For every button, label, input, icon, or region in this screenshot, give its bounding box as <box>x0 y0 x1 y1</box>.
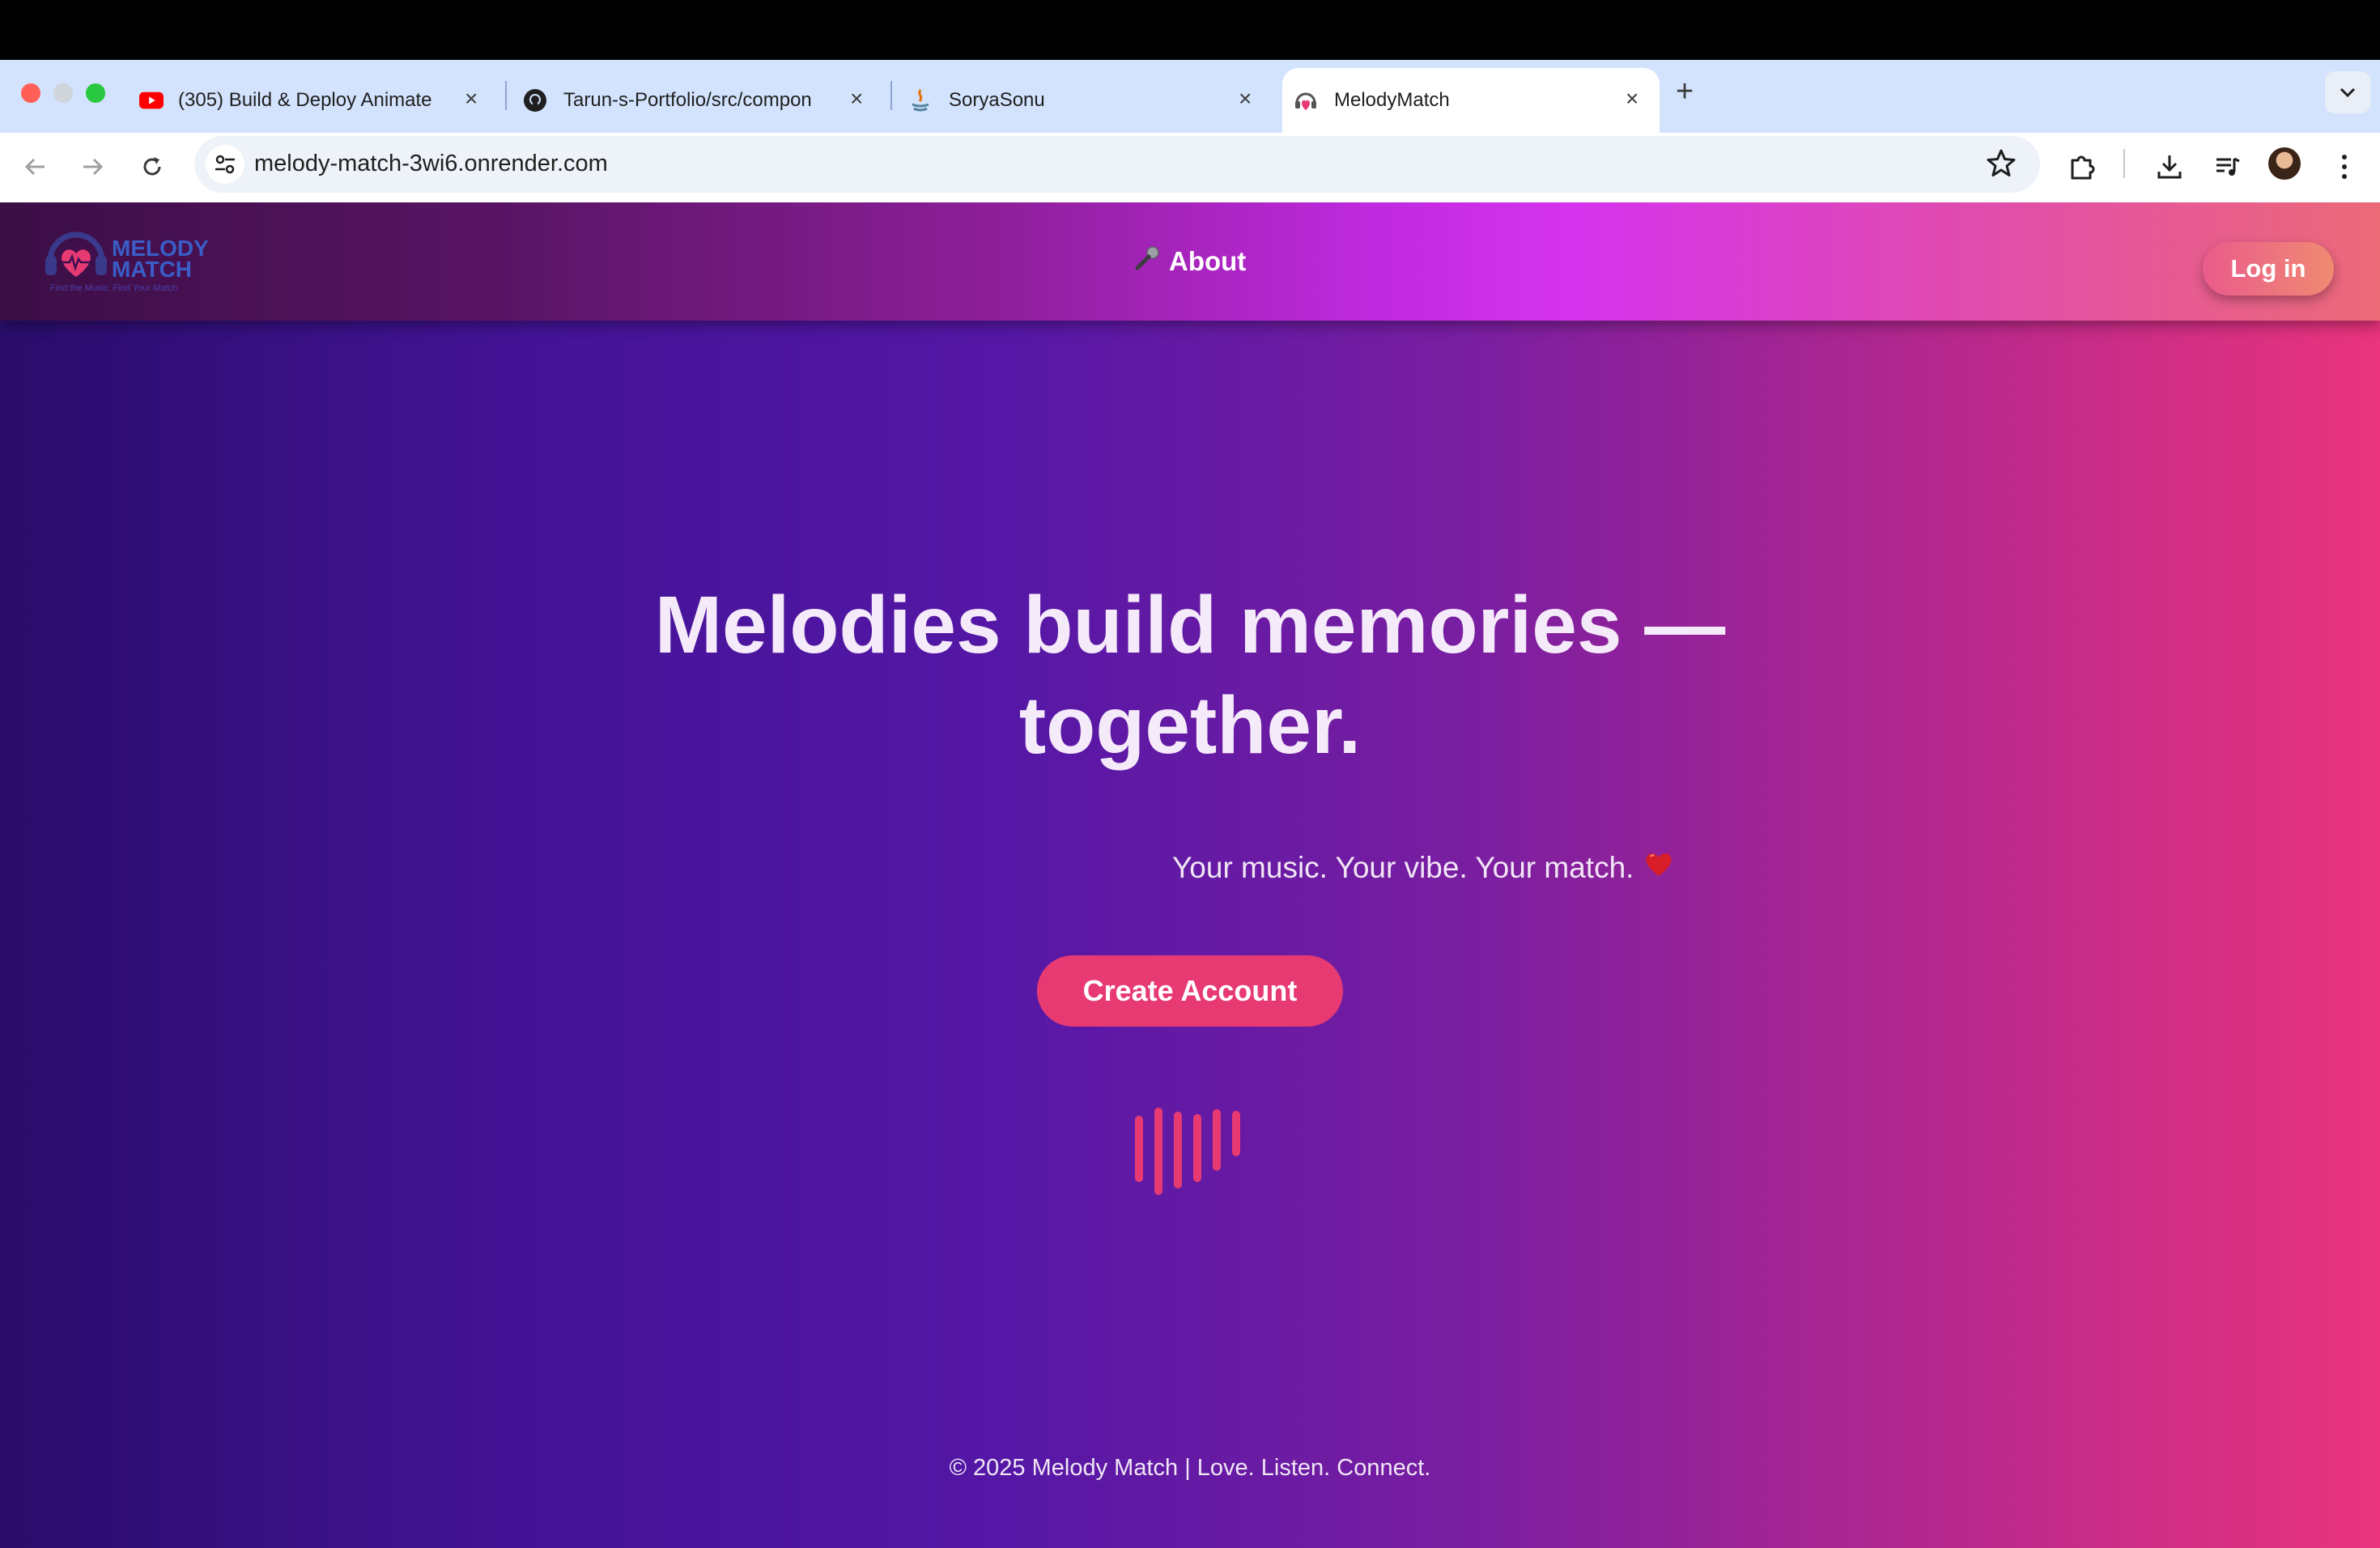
login-button[interactable]: Log in <box>2203 242 2334 296</box>
new-tab-button[interactable]: + <box>1676 76 1694 107</box>
forward-button[interactable] <box>71 146 113 188</box>
tab-youtube[interactable]: (305) Build & Deploy Animate × <box>130 68 502 133</box>
media-control-button[interactable] <box>2207 146 2249 188</box>
close-window-button[interactable] <box>21 83 40 103</box>
bookmark-star-icon[interactable] <box>1985 147 2017 184</box>
tab-title: MelodyMatch <box>1334 89 1450 111</box>
tab-soryasonu[interactable]: SoryaSonu × <box>897 68 1277 133</box>
tab-title: SoryaSonu <box>949 89 1045 111</box>
download-icon <box>2157 155 2182 179</box>
tab-melodymatch[interactable]: MelodyMatch × <box>1282 68 1660 133</box>
tab-github[interactable]: Tarun-s-Portfolio/src/compon × <box>512 68 889 133</box>
logo-tagline: Find the Music. Find Your Match. <box>50 283 181 293</box>
address-bar[interactable]: melody-match-3wi6.onrender.com <box>194 136 2040 193</box>
about-link[interactable]: About <box>1133 245 1246 279</box>
more-vertical-icon <box>2342 155 2347 179</box>
arrow-right-icon <box>83 158 104 176</box>
close-icon[interactable]: × <box>1239 87 1252 110</box>
hero-tagline: Your music. Your vibe. Your match. <box>1172 850 1674 885</box>
maximize-window-button[interactable] <box>86 83 105 103</box>
about-label: About <box>1169 246 1247 276</box>
visualizer-bar <box>1213 1109 1221 1171</box>
visualizer-bar <box>1154 1108 1162 1195</box>
site-header: MELODY MATCH Find the Music. Find Your M… <box>0 202 2380 321</box>
music-queue-icon <box>2216 157 2240 176</box>
microphone-icon <box>1133 245 1161 279</box>
java-icon <box>908 88 933 113</box>
site-footer: © 2025 Melody Match | Love. Listen. Conn… <box>949 1455 1431 1481</box>
toolbar-divider <box>2123 149 2125 178</box>
create-account-button[interactable]: Create Account <box>1037 955 1343 1027</box>
reload-button[interactable] <box>131 146 173 188</box>
visualizer-bar <box>1135 1116 1143 1182</box>
close-icon[interactable]: × <box>465 87 478 110</box>
page-content: MELODY MATCH Find the Music. Find Your M… <box>0 202 2380 1548</box>
logo-line-2: MATCH <box>112 257 193 282</box>
profile-avatar[interactable] <box>2268 147 2301 180</box>
chevron-down-icon <box>2340 87 2356 98</box>
youtube-icon <box>139 88 164 113</box>
close-icon[interactable]: × <box>1626 87 1638 110</box>
close-icon[interactable]: × <box>850 87 863 110</box>
visualizer-bar <box>1232 1111 1240 1156</box>
headphones-heart-icon <box>45 232 107 277</box>
url-text[interactable]: melody-match-3wi6.onrender.com <box>254 151 608 177</box>
downloads-button[interactable] <box>2148 146 2191 188</box>
heart-icon <box>1643 850 1674 885</box>
reload-icon <box>143 157 161 176</box>
puzzle-icon <box>2071 155 2095 180</box>
tab-divider <box>890 81 892 110</box>
tab-title: Tarun-s-Portfolio/src/compon <box>563 89 812 111</box>
browser-menu-button[interactable] <box>2323 146 2365 188</box>
tab-search-button[interactable] <box>2325 71 2370 113</box>
hero-title: Melodies build memories — together. <box>567 575 1813 776</box>
visualizer-bar <box>1193 1114 1201 1182</box>
visualizer-bar <box>1174 1112 1182 1189</box>
tagline-text: Your music. Your vibe. Your match. <box>1172 850 1634 884</box>
arrow-left-icon <box>24 158 45 176</box>
hero-title-line-1: Melodies build memories — <box>654 580 1726 670</box>
minimize-window-button[interactable] <box>53 83 73 103</box>
menu-bar <box>0 0 2380 60</box>
logo-wordmark: MELODY MATCH <box>112 237 209 282</box>
github-icon <box>523 88 547 113</box>
hero-title-line-2: together. <box>1018 680 1362 771</box>
tab-title: (305) Build & Deploy Animate <box>178 89 432 111</box>
audio-visualizer <box>1135 1108 1240 1195</box>
melodymatch-icon <box>1294 88 1318 113</box>
site-info-icon[interactable] <box>206 145 244 184</box>
back-button[interactable] <box>15 146 57 188</box>
tab-divider <box>505 81 507 110</box>
extensions-button[interactable] <box>2061 146 2103 188</box>
site-logo[interactable]: MELODY MATCH Find the Music. Find Your M… <box>44 223 209 301</box>
